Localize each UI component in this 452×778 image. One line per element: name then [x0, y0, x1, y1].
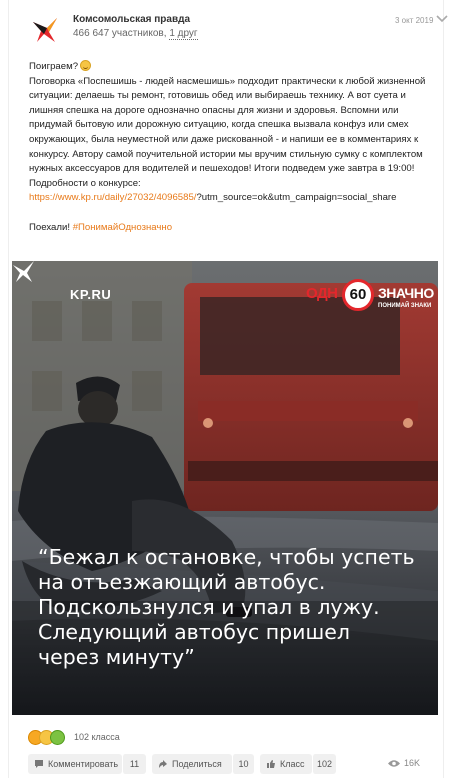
quote-line: Следующий автобус пришел — [38, 620, 350, 644]
brand-subtitle: ПОНИМАЙ ЗНАКИ — [378, 303, 432, 309]
quote-line: через минуту” — [38, 645, 195, 669]
group-logo[interactable] — [31, 16, 59, 44]
comment-count[interactable]: 11 — [122, 754, 146, 774]
view-count-text: 16K — [404, 758, 421, 768]
group-name[interactable]: Комсомольская правда — [73, 14, 190, 25]
reactions-summary[interactable]: 102 класса — [28, 730, 228, 746]
contest-link[interactable]: https://www.kp.ru/daily/27032/4096585/ — [29, 192, 196, 203]
view-count: 16K — [388, 758, 421, 768]
friends-link[interactable]: 1 друг — [169, 28, 198, 40]
post-text: Поиграем? Поговорка «Поспешишь - людей н… — [29, 60, 441, 235]
comment-icon — [35, 760, 43, 768]
member-count: 466 647 участников, 1 друг — [73, 28, 198, 40]
chevron-down-icon[interactable] — [436, 14, 448, 24]
thumbs-up-icon — [267, 760, 275, 768]
speed-limit-sign-icon: 60 — [342, 279, 374, 311]
like-label: Класс — [280, 759, 305, 769]
brand-right: ЗНАЧНО — [378, 285, 434, 301]
post-image[interactable]: KP.RU ОДН 60 ЗНАЧНО ПОНИМАЙ ЗНАКИ “Бежал… — [12, 261, 438, 715]
post-greeting: Поиграем? — [29, 61, 79, 72]
share-arrow-icon — [159, 760, 167, 768]
member-count-text: 466 647 участников, — [73, 28, 167, 39]
image-quote: “Бежал к остановке, чтобы успеть на отъе… — [38, 545, 430, 670]
smile-emoji-icon — [80, 60, 92, 71]
kp-logo-text: KP.RU — [70, 287, 112, 302]
comment-button[interactable]: Комментировать — [28, 754, 122, 774]
kp-bird-icon — [13, 261, 34, 282]
quote-line: “Бежал к остановке, чтобы успеть — [38, 545, 415, 569]
hashtag-link[interactable]: #ПонимайОднозначно — [73, 222, 172, 233]
like-count[interactable]: 102 — [312, 754, 336, 774]
quote-line: на отъезжающий автобус. — [38, 570, 326, 594]
link-suffix: ?utm_source=ok&utm_campaign=social_share — [196, 192, 397, 204]
post-body: Поговорка «Поспешишь - людей насмешишь» … — [29, 75, 426, 189]
share-button[interactable]: Поделиться — [152, 754, 232, 774]
brand-logo: ОДН 60 ЗНАЧНО ПОНИМАЙ ЗНАКИ — [306, 279, 434, 315]
comment-label: Комментировать — [48, 759, 119, 769]
post-header: Комсомольская правда 466 647 участников,… — [31, 10, 448, 46]
laugh-reaction-icon — [50, 730, 65, 745]
like-button[interactable]: Класс — [260, 754, 312, 774]
action-bar: Комментировать 11 Поделиться 10 Класс 10… — [28, 754, 438, 774]
post-closing: Поехали! — [29, 221, 71, 233]
brand-left: ОДН — [306, 285, 338, 302]
post-date: 3 окт 2019 — [395, 16, 434, 25]
eye-icon — [388, 760, 400, 767]
quote-line: Подскользнулся и упал в лужу. — [38, 595, 380, 619]
share-label: Поделиться — [172, 759, 222, 769]
share-count[interactable]: 10 — [232, 754, 254, 774]
reactions-count[interactable]: 102 класса — [74, 732, 120, 742]
